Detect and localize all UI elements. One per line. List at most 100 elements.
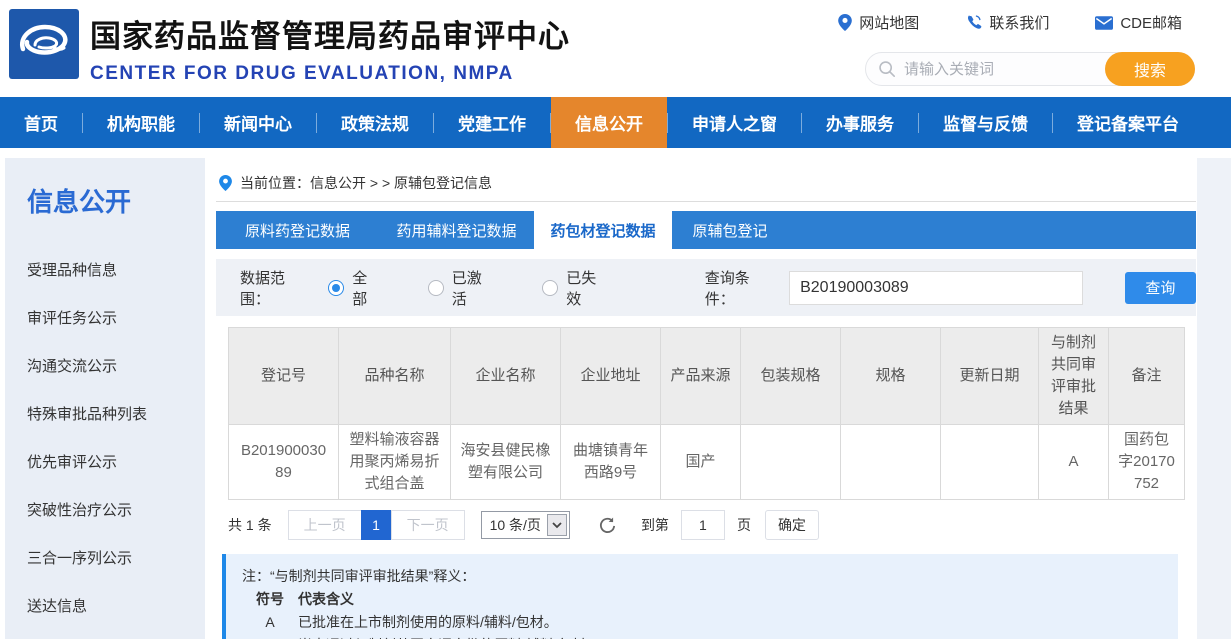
query-button[interactable]: 查询: [1124, 271, 1197, 304]
nav-item-functions[interactable]: 机构职能: [83, 97, 199, 148]
brand-block: 国家药品监督管理局药品审评中心 CENTER FOR DRUG EVALUATI…: [90, 11, 570, 85]
cell-product-origin: 国产: [660, 424, 741, 500]
query-input[interactable]: [789, 270, 1083, 305]
main-area: 信息公开 受理品种信息 审评任务公示 沟通交流公示 特殊审批品种列表 优先审评公…: [0, 148, 1231, 639]
tab-excipient-registration-data[interactable]: 药用辅料登记数据: [379, 211, 534, 249]
sidebar-item-communication[interactable]: 沟通交流公示: [5, 343, 205, 391]
nav-item-news[interactable]: 新闻中心: [200, 97, 316, 148]
tab-api-registration-data[interactable]: 原料药登记数据: [216, 211, 379, 249]
sidebar-item-breakthrough-therapy[interactable]: 突破性治疗公示: [5, 487, 205, 535]
total-count: 共 1 条: [228, 517, 272, 533]
cell-spec: [840, 424, 941, 500]
mailbox-link[interactable]: CDE邮箱: [1095, 12, 1182, 33]
radio-option-expired[interactable]: 已失效: [542, 267, 610, 309]
cell-update-date: [940, 424, 1039, 500]
cell-packaging-spec: [740, 424, 841, 500]
contact-link[interactable]: 联系我们: [965, 12, 1049, 33]
site-header: 国家药品监督管理局药品审评中心 CENTER FOR DRUG EVALUATI…: [0, 0, 1231, 97]
site-title: 国家药品监督管理局药品审评中心: [90, 19, 570, 54]
location-pin-icon: [838, 14, 853, 31]
tab-packaging-registration-data[interactable]: 药包材登记数据: [534, 211, 672, 249]
chevron-down-icon: [546, 514, 567, 536]
search-button[interactable]: 搜索: [1105, 52, 1195, 86]
column-header-registration-no: 登记号: [228, 327, 339, 425]
column-header-company-name: 企业名称: [450, 327, 561, 425]
note-symbol-header: 符号: [256, 591, 284, 607]
results-table: 登记号 品种名称 企业名称 企业地址 产品来源 包装规格 规格 更新日期 与制剂…: [228, 327, 1185, 500]
nav-item-registration-platform[interactable]: 登记备案平台: [1053, 97, 1203, 148]
table-row: B20190003089 塑料输液容器用聚丙烯易折式组合盖 海安县健民橡塑有限公…: [228, 424, 1185, 500]
radio-option-activated[interactable]: 已激活: [427, 267, 496, 309]
radio-selected-icon[interactable]: [328, 279, 345, 296]
note-symbol: A: [265, 614, 275, 630]
sidebar-item-special-approval[interactable]: 特殊审批品种列表: [5, 391, 205, 439]
sidebar-item-priority-review[interactable]: 优先审评公示: [5, 439, 205, 487]
cde-logo: [9, 9, 79, 79]
sitemap-label: 网站地图: [859, 15, 920, 32]
nav-item-supervision[interactable]: 监督与反馈: [919, 97, 1052, 148]
prev-page-button[interactable]: 上一页: [287, 510, 362, 540]
note-title: 注：“与制剂共同审评审批结果”释义：: [242, 568, 476, 584]
goto-page-input[interactable]: [680, 510, 725, 540]
sidebar-item-common-questions[interactable]: 共性问题: [5, 631, 205, 639]
next-page-button[interactable]: 下一页: [390, 510, 465, 540]
phone-icon: [968, 15, 982, 29]
nav-item-home[interactable]: 首页: [0, 97, 82, 148]
nav-item-applicant-window[interactable]: 申请人之窗: [668, 97, 801, 148]
note-header-row: 符号 代表含义: [252, 588, 1162, 611]
tab-bar: 原料药登记数据 药用辅料登记数据 药包材登记数据 原辅包登记: [216, 211, 1196, 249]
column-header-remarks: 备注: [1108, 327, 1185, 425]
contact-label: 联系我们: [989, 15, 1050, 32]
sidebar-item-review-tasks[interactable]: 审评任务公示: [5, 295, 205, 343]
nav-item-party[interactable]: 党建工作: [434, 97, 550, 148]
radio-unselected-icon[interactable]: [427, 279, 444, 296]
mail-icon: [1095, 15, 1114, 30]
site-search: 搜索: [865, 52, 1195, 86]
sidebar-item-three-in-one[interactable]: 三合一序列公示: [5, 535, 205, 583]
filter-bar: 数据范围： 全部 已激活 已失效 查询条件： 查询: [216, 259, 1197, 316]
sidebar-item-delivery-info[interactable]: 送达信息: [5, 583, 205, 631]
note-symbol: I: [252, 634, 288, 639]
sidebar-list: 受理品种信息 审评任务公示 沟通交流公示 特殊审批品种列表 优先审评公示 突破性…: [5, 247, 205, 639]
legend-note: 注：“与制剂共同审评审批结果”释义： 符号 代表含义 A 已批准在上市制剂使用的…: [222, 554, 1178, 639]
sidebar-title: 信息公开: [27, 187, 132, 217]
note-row-i: I 尚未通过与制剂共同审评审批的原料/辅料/包材。: [252, 634, 1162, 639]
site-subtitle: CENTER FOR DRUG EVALUATION, NMPA: [90, 63, 514, 84]
breadcrumb: 当前位置：信息公开 > > 原辅包登记信息: [216, 148, 1196, 202]
sidebar: 信息公开 受理品种信息 审评任务公示 沟通交流公示 特殊审批品种列表 优先审评公…: [5, 158, 205, 639]
data-scope-label: 数据范围：: [240, 269, 286, 308]
tab-apiexcipientpackaging-registration[interactable]: 原辅包登记: [672, 211, 788, 249]
nav-item-info-disclosure[interactable]: 信息公开: [551, 97, 667, 148]
confirm-button[interactable]: 确定: [764, 510, 819, 540]
sidebar-item-accepted-varieties[interactable]: 受理品种信息: [5, 247, 205, 295]
goto-page-label: 到第: [640, 517, 669, 533]
sitemap-link[interactable]: 网站地图: [838, 12, 919, 33]
nav-item-policies[interactable]: 政策法规: [317, 97, 433, 148]
note-meaning: 已批准在上市制剂使用的原料/辅料/包材。: [298, 614, 558, 630]
main-nav: 首页 机构职能 新闻中心 政策法规 党建工作 信息公开 申请人之窗 办事服务 监…: [0, 97, 1231, 148]
cell-joint-review-result: A: [1038, 424, 1109, 500]
nav-item-services[interactable]: 办事服务: [802, 97, 918, 148]
column-header-spec: 规格: [840, 327, 941, 425]
page-unit-label: 页: [736, 517, 751, 533]
search-input[interactable]: [896, 60, 1105, 78]
radio-unselected-icon[interactable]: [542, 279, 559, 296]
breadcrumb-text: 当前位置：信息公开 > > 原辅包登记信息: [240, 174, 493, 191]
column-header-joint-review-result: 与制剂共同审评审批结果: [1038, 327, 1109, 425]
column-header-packaging-spec: 包装规格: [740, 327, 841, 425]
cell-company-address: 曲塘镇青年西路9号: [560, 424, 661, 500]
page-size-value: 10 条/页: [489, 517, 541, 533]
radio-expired-label: 已失效: [566, 269, 597, 308]
content-area: 当前位置：信息公开 > > 原辅包登记信息 原料药登记数据 药用辅料登记数据 药…: [216, 148, 1197, 639]
column-header-product-origin: 产品来源: [660, 327, 741, 425]
location-pin-icon: [219, 174, 232, 191]
note-meaning-header: 代表含义: [298, 591, 354, 607]
cell-company-name: 海安县健民橡塑有限公司: [450, 424, 561, 500]
current-page-button[interactable]: 1: [360, 510, 392, 540]
search-icon: [879, 61, 896, 78]
radio-all-label: 全部: [352, 269, 368, 308]
page-size-select[interactable]: 10 条/页: [480, 511, 570, 539]
note-row-a: A 已批准在上市制剂使用的原料/辅料/包材。: [252, 611, 1162, 634]
refresh-icon[interactable]: [598, 516, 617, 535]
radio-option-all[interactable]: 全部: [328, 267, 382, 309]
